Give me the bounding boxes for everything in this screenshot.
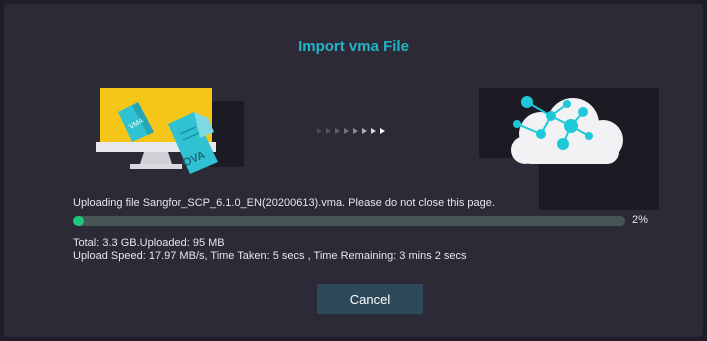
arrow-icon (335, 128, 340, 134)
cancel-button[interactable]: Cancel (317, 284, 423, 314)
cloud-network-icon (479, 88, 659, 210)
arrow-icon (371, 128, 376, 134)
upload-speed-time: Upload Speed: 17.97 MB/s, Time Taken: 5 … (73, 250, 467, 262)
arrow-icon (344, 128, 349, 134)
dialog-title: Import vma File (298, 38, 409, 55)
import-dialog: Import vma File VMA OVA Uploading file S… (4, 4, 703, 337)
upload-progress-percent: 2% (632, 214, 648, 226)
arrow-icon (380, 128, 385, 134)
upload-progress-bar (73, 216, 625, 226)
computer-with-files-icon: VMA OVA (96, 88, 244, 174)
arrow-icon (362, 128, 367, 134)
upload-progress-fill (73, 216, 85, 226)
arrow-icon (326, 128, 331, 134)
upload-totals: Total: 3.3 GB.Uploaded: 95 MB (73, 237, 225, 249)
arrow-icon (317, 128, 322, 134)
upload-status-message: Uploading file Sangfor_SCP_6.1.0_EN(2020… (73, 197, 495, 209)
arrow-icon (353, 128, 358, 134)
transfer-arrows (317, 124, 385, 138)
